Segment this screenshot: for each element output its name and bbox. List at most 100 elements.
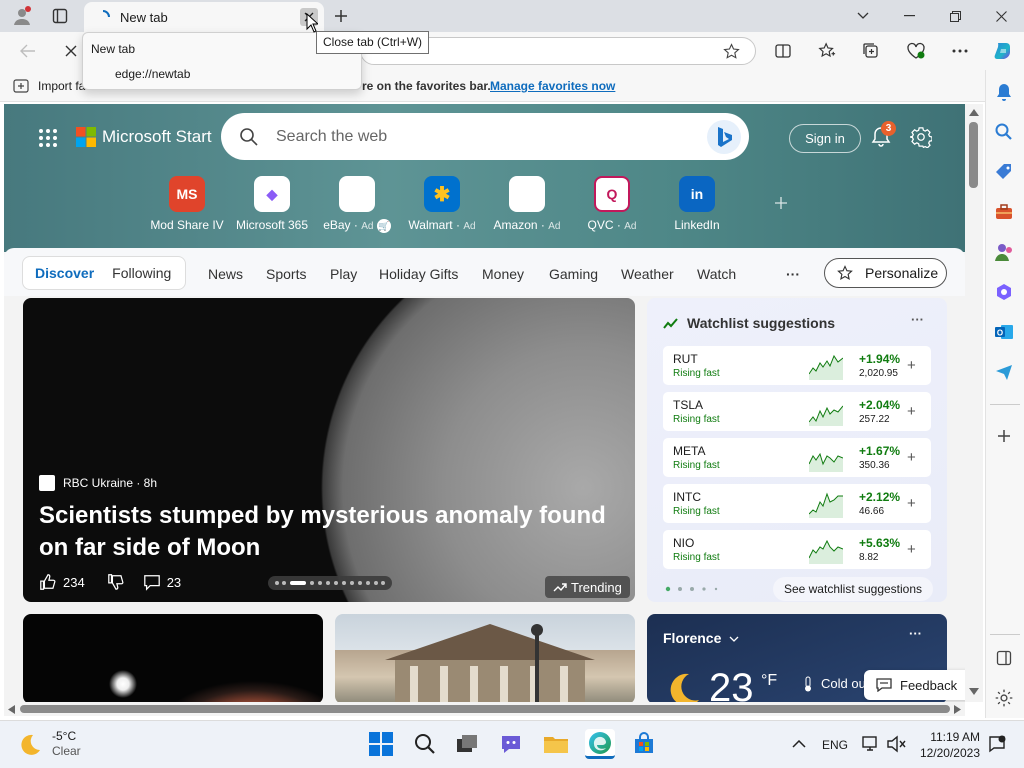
start-button[interactable]	[366, 729, 396, 759]
tab-search-button[interactable]	[852, 6, 874, 26]
app-launcher-icon[interactable]	[38, 128, 58, 148]
games-icon[interactable]	[994, 242, 1014, 262]
stop-loading-button[interactable]	[60, 41, 82, 61]
manage-favorites-link[interactable]: Manage favorites now	[490, 79, 615, 93]
bing-chat-button[interactable]	[707, 120, 741, 154]
split-screen-button[interactable]	[772, 41, 794, 61]
notification-center-icon[interactable]	[988, 735, 1006, 753]
profile-icon[interactable]	[10, 5, 34, 27]
new-tab-button[interactable]	[330, 6, 352, 26]
quicklink-qvc[interactable]: Q QVC · Ad	[569, 176, 655, 232]
clock[interactable]: 11:19 AM 12/20/2023	[916, 729, 980, 761]
thumbs-up-icon[interactable]	[39, 573, 57, 591]
feature-story-card[interactable]: RBC Ukraine · 8h Scientists stumped by m…	[23, 298, 635, 602]
microsoft-store-button[interactable]	[629, 729, 659, 759]
browser-essentials-button[interactable]	[904, 41, 928, 61]
back-button[interactable]	[16, 41, 40, 61]
see-watchlist-suggestions-button[interactable]: See watchlist suggestions	[773, 577, 933, 601]
add-to-watchlist-button[interactable]: +	[907, 449, 916, 466]
gear-icon[interactable]	[994, 688, 1014, 708]
bell-icon[interactable]	[994, 82, 1014, 102]
taskbar-search-button[interactable]	[410, 729, 440, 759]
add-to-watchlist-button[interactable]: +	[907, 495, 916, 512]
brand-logo[interactable]: Microsoft Start	[76, 127, 212, 147]
network-icon[interactable]	[862, 735, 880, 753]
watchlist-row-intc[interactable]: INTC Rising fast +2.12% 46.66 +	[663, 484, 931, 523]
quicklink-amazon[interactable]: a Amazon · Ad	[484, 176, 570, 232]
tab-discover[interactable]: Discover	[23, 265, 106, 281]
shopping-tag-icon[interactable]	[994, 162, 1014, 182]
quicklink-linkedin[interactable]: in LinkedIn	[654, 176, 740, 232]
outlook-icon[interactable]: O	[994, 322, 1014, 342]
hide-sidebar-icon[interactable]	[996, 650, 1012, 666]
tools-briefcase-icon[interactable]	[994, 202, 1014, 222]
watchlist-pager-dots[interactable]	[665, 586, 721, 592]
watchlist-row-rut[interactable]: RUT Rising fast +1.94% 2,020.95 +	[663, 346, 931, 385]
add-to-watchlist-button[interactable]: +	[907, 403, 916, 420]
close-window-button[interactable]	[988, 6, 1014, 26]
quicklink-ebay[interactable]: 🛍 eBay · Ad 🛒	[314, 176, 400, 233]
nav-watch[interactable]: Watch	[697, 266, 736, 282]
news-card-image[interactable]	[335, 614, 635, 702]
nav-sports[interactable]: Sports	[266, 266, 306, 282]
quicklink-walmart[interactable]: ✱ Walmart · Ad	[399, 176, 485, 232]
carousel-dots[interactable]	[268, 576, 392, 590]
nav-gaming[interactable]: Gaming	[549, 266, 598, 282]
story-headline[interactable]: Scientists stumped by mysterious anomaly…	[39, 500, 619, 564]
chevron-down-icon[interactable]	[729, 636, 739, 642]
sign-in-button[interactable]: Sign in	[789, 124, 861, 153]
horizontal-scroll-thumb[interactable]	[20, 705, 950, 713]
minimize-button[interactable]	[896, 6, 922, 26]
add-to-watchlist-button[interactable]: +	[907, 357, 916, 374]
weather-more-button[interactable]: ···	[909, 626, 922, 641]
web-search-box[interactable]: Search the web	[221, 113, 749, 160]
nav-money[interactable]: Money	[482, 266, 524, 282]
page-settings-button[interactable]	[909, 126, 933, 151]
weather-city[interactable]: Florence	[663, 630, 721, 646]
add-to-watchlist-button[interactable]: +	[907, 541, 916, 558]
personalize-button[interactable]: Personalize	[824, 258, 947, 288]
weather-unit[interactable]: °F	[761, 672, 777, 690]
comment-icon[interactable]	[143, 573, 161, 591]
plus-icon[interactable]	[996, 428, 1012, 444]
tab-actions-icon[interactable]	[50, 7, 70, 25]
chevron-up-icon[interactable]	[792, 740, 806, 748]
import-favorites-link[interactable]: Import fa	[38, 79, 85, 93]
copilot-button[interactable]	[990, 38, 1016, 64]
taskbar-weather-widget[interactable]: -5°C Clear	[18, 729, 81, 759]
vertical-scroll-thumb[interactable]	[969, 122, 978, 188]
nav-news[interactable]: News	[208, 266, 243, 282]
language-indicator[interactable]: ENG	[822, 738, 848, 752]
task-view-button[interactable]	[452, 729, 482, 759]
feedback-button[interactable]: Feedback	[864, 670, 965, 700]
nav-weather[interactable]: Weather	[621, 266, 674, 282]
horizontal-scrollbar[interactable]	[4, 702, 965, 716]
send-drop-icon[interactable]	[994, 362, 1014, 382]
news-card-image[interactable]	[23, 614, 323, 702]
scroll-up-icon[interactable]	[969, 109, 979, 116]
nav-more-button[interactable]: ···	[786, 266, 800, 282]
watchlist-row-meta[interactable]: META Rising fast +1.67% 350.36 +	[663, 438, 931, 477]
nav-holiday-gifts[interactable]: Holiday Gifts	[379, 266, 458, 282]
teams-chat-button[interactable]	[496, 729, 526, 759]
add-quicklink-button[interactable]	[774, 196, 788, 213]
watchlist-row-nio[interactable]: NIO Rising fast +5.63% 8.82 +	[663, 530, 931, 569]
favorite-star-button[interactable]	[721, 42, 741, 60]
file-explorer-button[interactable]	[541, 729, 571, 759]
microsoft-365-icon[interactable]	[994, 282, 1014, 302]
thumbs-down-icon[interactable]	[107, 573, 125, 591]
watchlist-more-button[interactable]: ···	[911, 312, 924, 327]
notifications-button[interactable]: 3	[870, 121, 896, 149]
collections-button[interactable]	[860, 41, 882, 61]
vertical-scrollbar[interactable]	[965, 104, 983, 702]
search-icon[interactable]	[994, 122, 1014, 142]
scroll-left-icon[interactable]	[8, 705, 15, 714]
scroll-down-icon[interactable]	[969, 688, 979, 695]
scroll-right-icon[interactable]	[954, 705, 961, 714]
quicklink-microsoft-365[interactable]: ◆ Microsoft 365	[229, 176, 315, 232]
settings-more-button[interactable]	[948, 41, 972, 61]
watchlist-row-tsla[interactable]: TSLA Rising fast +2.04% 257.22 +	[663, 392, 931, 431]
tab-new-tab[interactable]: New tab	[84, 2, 324, 32]
volume-muted-icon[interactable]	[886, 735, 906, 753]
nav-play[interactable]: Play	[330, 266, 357, 282]
